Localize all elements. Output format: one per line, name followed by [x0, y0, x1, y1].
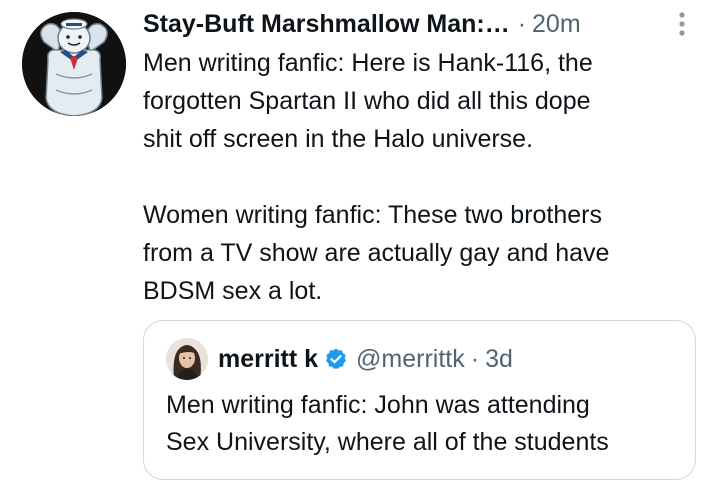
quoted-header-separator: ·	[470, 344, 480, 373]
verified-badge-icon	[326, 348, 346, 369]
quoted-author-avatar[interactable]	[166, 338, 208, 380]
tweet[interactable]: Stay-Buft Marshmallow Man:… · 20m Men wr…	[0, 0, 720, 480]
author-name[interactable]: Stay-Buft Marshmallow Man:…	[143, 10, 510, 39]
user-avatar-icon	[166, 338, 208, 380]
marshmallow-man-avatar-icon	[22, 12, 126, 116]
more-options-icon[interactable]	[674, 11, 690, 39]
tweet-header: Stay-Buft Marshmallow Man:… · 20m	[143, 6, 581, 42]
quoted-tweet-timestamp[interactable]: 3d	[485, 345, 513, 374]
author-avatar[interactable]	[22, 12, 126, 116]
quoted-author-handle[interactable]: @merrittk	[356, 345, 465, 374]
tweet-timestamp[interactable]: 20m	[532, 10, 581, 39]
header-separator: ·	[517, 9, 527, 38]
quoted-tweet-text: Men writing fanfic: John was attending S…	[166, 391, 609, 456]
quoted-author-name[interactable]: merritt k	[218, 345, 318, 374]
quoted-tweet-header: merritt k @merrittk · 3d	[218, 341, 513, 377]
quoted-tweet[interactable]: merritt k @merrittk · 3d Men writing fan…	[143, 320, 696, 480]
tweet-text: Men writing fanfic: Here is Hank-116, th…	[143, 49, 610, 305]
